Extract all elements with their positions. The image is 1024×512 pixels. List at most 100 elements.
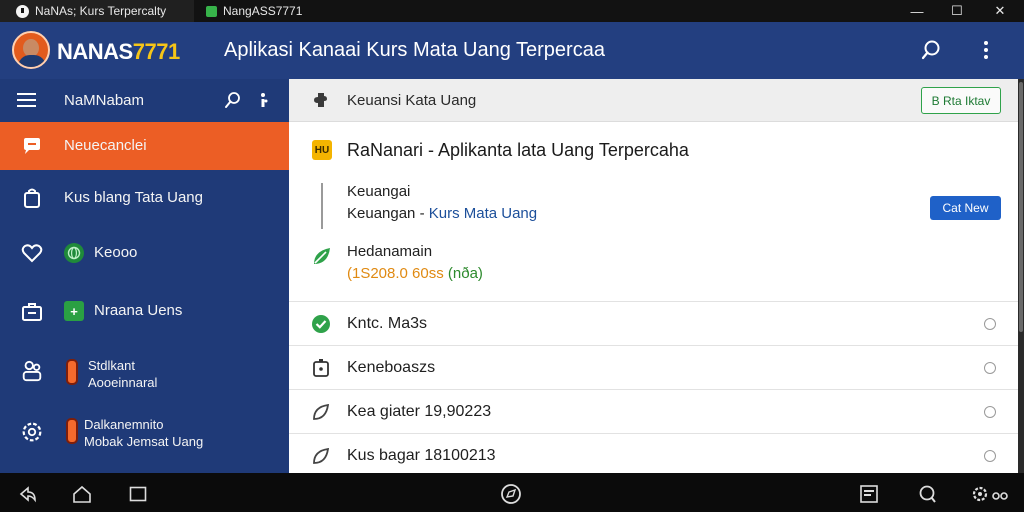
sidebar-search-button[interactable] bbox=[224, 91, 242, 114]
sidebar-item-keooo[interactable]: Keooo bbox=[0, 229, 289, 277]
avatar[interactable] bbox=[12, 31, 50, 69]
sidebar-item-label: Nraana Uens bbox=[94, 302, 183, 319]
search-button[interactable] bbox=[917, 36, 945, 64]
tab-secondary[interactable]: NangASS7771 bbox=[200, 0, 302, 22]
avatar-body bbox=[18, 55, 46, 67]
radio-button[interactable] bbox=[984, 406, 996, 418]
cat-new-button[interactable]: Cat New bbox=[930, 196, 1001, 220]
back-button[interactable] bbox=[17, 483, 39, 505]
sidebar-item-label-line1: Stdlkant bbox=[88, 358, 135, 373]
currency-badge-icon: HU bbox=[312, 140, 332, 160]
sidebar-item-label: Neuecanclei bbox=[64, 137, 147, 154]
leaf-icon bbox=[313, 403, 330, 420]
brand-text: NANAS bbox=[57, 39, 133, 64]
menu-button[interactable] bbox=[17, 92, 37, 113]
back-icon bbox=[19, 486, 36, 503]
nav-settings-button[interactable] bbox=[967, 483, 1013, 505]
brand-number: 7771 bbox=[132, 39, 180, 64]
search-icon bbox=[919, 485, 936, 503]
divider bbox=[321, 183, 323, 229]
timer-icon bbox=[313, 359, 329, 377]
sidebar-item-label-line2: Aooeinnaral bbox=[88, 375, 158, 390]
assistant-button[interactable] bbox=[500, 483, 522, 505]
tab-strip: NaNAs; Kurs Terpercalty NangASS7771 — ☐ … bbox=[0, 0, 1024, 22]
close-button[interactable]: ✕ bbox=[985, 0, 1015, 22]
sidebar-item-stdlkant[interactable]: Stdlkant Aooeinnaral bbox=[0, 349, 289, 397]
plus-icon: + bbox=[64, 301, 84, 321]
settings-small-icon bbox=[261, 93, 268, 107]
page-title: Aplikasi Kanaai Kurs Mata Uang Terpercaa bbox=[224, 39, 605, 61]
list-item-label: Kea giater 19,90223 bbox=[347, 403, 492, 420]
maximize-button[interactable]: ☐ bbox=[942, 0, 972, 22]
maximize-icon: ☐ bbox=[951, 3, 963, 18]
tab-active[interactable]: NaNAs; Kurs Terpercalty bbox=[0, 0, 194, 22]
scrollbar-thumb[interactable] bbox=[1019, 82, 1023, 332]
screenshot-button[interactable] bbox=[858, 483, 880, 505]
check-circle-icon bbox=[312, 315, 330, 333]
sidebar-options-button[interactable] bbox=[257, 91, 269, 114]
search-icon bbox=[921, 40, 940, 60]
chat-bubble-icon bbox=[24, 138, 40, 154]
list-item-label: Kntc. Ma3s bbox=[347, 315, 428, 332]
recents-button[interactable] bbox=[127, 483, 149, 505]
puzzle-icon bbox=[314, 93, 327, 107]
tab-title: NangASS7771 bbox=[223, 4, 303, 18]
leaf-green-icon bbox=[314, 248, 330, 264]
main-panel: Keuansi Kata Uang B Rta Iktav HU RaNanar… bbox=[289, 79, 1018, 473]
sidebar-item-kurs[interactable]: Kus blang Tata Uang bbox=[0, 174, 289, 222]
list-item-label: Keneboaszs bbox=[347, 359, 436, 376]
more-options-button[interactable] bbox=[972, 36, 1000, 64]
person-figure-icon bbox=[66, 418, 78, 444]
radio-button[interactable] bbox=[984, 450, 996, 462]
main-toolbar: Keuansi Kata Uang B Rta Iktav bbox=[289, 79, 1018, 122]
app-header: NANAS7771 Aplikasi Kanaai Kurs Mata Uang… bbox=[0, 22, 1024, 79]
sidebar-item-nraana[interactable]: + Nraana Uens bbox=[0, 287, 289, 335]
search-icon bbox=[225, 92, 240, 108]
card-breadcrumb-link[interactable]: Kurs Mata Uang bbox=[429, 205, 537, 222]
list-item[interactable]: Kntc. Ma3s bbox=[289, 301, 1018, 345]
bag-icon bbox=[24, 188, 40, 208]
tab-title: NaNAs; Kurs Terpercalty bbox=[35, 4, 167, 18]
sidebar-item-label-line1: Dalkanemnito bbox=[84, 417, 164, 432]
person-figure-icon bbox=[66, 359, 78, 385]
briefcase-icon bbox=[22, 303, 42, 321]
compass-icon bbox=[501, 484, 521, 504]
card-title: RaNanari - Aplikanta lata Uang Terpercah… bbox=[347, 140, 689, 160]
sidebar-item-neuecanclei[interactable]: Neuecanclei bbox=[0, 122, 289, 170]
nav-search-button[interactable] bbox=[916, 483, 938, 505]
status-label: Hedanamain bbox=[347, 243, 433, 260]
radio-button[interactable] bbox=[984, 318, 996, 330]
recents-icon bbox=[129, 486, 147, 502]
list-item-label: Kus bagar 18100213 bbox=[347, 447, 496, 464]
image-icon bbox=[860, 485, 878, 503]
leaf-icon bbox=[313, 447, 330, 464]
radio-button[interactable] bbox=[984, 362, 996, 374]
amount-suffix: (nða) bbox=[447, 265, 483, 282]
amount-value: (1S208.0 60ss (nða) bbox=[347, 265, 483, 282]
heart-icon bbox=[21, 244, 43, 263]
new-item-button[interactable]: B Rta Iktav bbox=[921, 87, 1001, 114]
sidebar-header: NaMNabam bbox=[0, 79, 289, 122]
home-button[interactable] bbox=[71, 483, 93, 505]
minimize-button[interactable]: — bbox=[902, 0, 932, 22]
sidebar-item-label: Stdlkant Aooeinnaral bbox=[88, 357, 157, 391]
app-favicon-icon bbox=[16, 4, 29, 18]
system-navbar bbox=[0, 473, 1024, 512]
sidebar: NaMNabam Neuecanclei Kus blang Tata Uang bbox=[0, 79, 289, 473]
people-icon bbox=[22, 360, 42, 382]
app-favicon-icon bbox=[206, 5, 217, 17]
globe-icon bbox=[64, 243, 84, 263]
card-breadcrumb-prefix: Keuangan - bbox=[347, 205, 429, 222]
sidebar-title: NaMNabam bbox=[64, 92, 145, 109]
minimize-icon: — bbox=[910, 3, 924, 19]
list-item[interactable]: Kus bagar 18100213 bbox=[289, 433, 1018, 477]
list-item[interactable]: Kea giater 19,90223 bbox=[289, 389, 1018, 433]
gear-icon bbox=[972, 486, 1008, 502]
list-item[interactable]: Keneboaszs bbox=[289, 345, 1018, 389]
sidebar-item-dalkanemnito[interactable]: Dalkanemnito Mobak Jemsat Uang bbox=[0, 408, 289, 458]
breadcrumb: Keuansi Kata Uang bbox=[347, 92, 477, 109]
card-breadcrumb: Keuangan - Kurs Mata Uang bbox=[347, 205, 537, 222]
more-vertical-icon bbox=[984, 41, 988, 59]
hamburger-icon bbox=[17, 93, 36, 107]
settings-icon bbox=[22, 422, 42, 442]
